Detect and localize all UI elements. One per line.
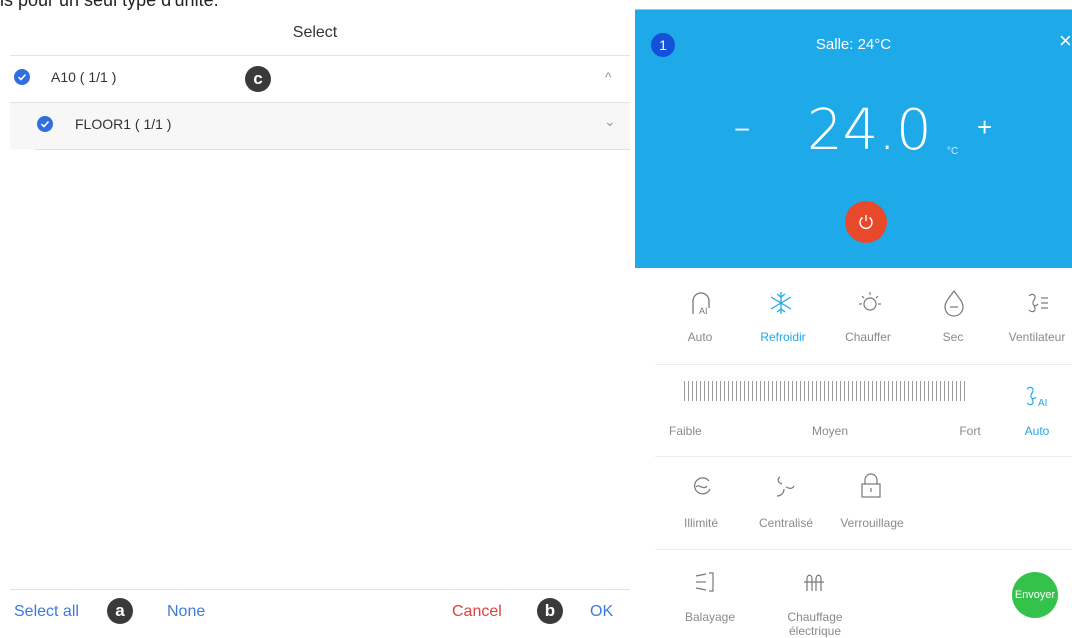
page-instruction-text: is pour un seul type d'unité. — [0, 0, 219, 10]
cancel-button[interactable]: Cancel — [452, 603, 502, 621]
mode-label-heat[interactable]: Chauffer — [835, 330, 901, 344]
mode-label-auto[interactable]: Auto — [675, 330, 725, 344]
power-icon — [859, 215, 873, 229]
none-button[interactable]: None — [167, 603, 205, 621]
unlimited-icon[interactable] — [690, 474, 714, 498]
increase-temperature-button[interactable]: + — [977, 112, 992, 143]
checked-icon[interactable] — [37, 116, 53, 132]
select-title: Select — [292, 24, 338, 41]
mode-label-dry[interactable]: Sec — [930, 330, 976, 344]
close-icon[interactable]: × — [1059, 28, 1072, 54]
group-row-floor1[interactable]: FLOOR1 ( 1/1 ) ⌄ — [10, 103, 630, 149]
bottom-label-swing[interactable]: Balayage — [675, 610, 745, 624]
fan-speed-mid: Moyen — [811, 424, 849, 438]
fan-speed-low: Faible — [669, 424, 702, 438]
send-button[interactable]: Envoyer — [1012, 572, 1058, 618]
divider — [655, 456, 1072, 457]
fan-auto-label[interactable]: Auto — [1022, 424, 1052, 438]
centralized-icon[interactable] — [772, 474, 798, 500]
svg-text:AI: AI — [699, 306, 708, 316]
select-all-button[interactable]: Select all — [14, 603, 79, 621]
checked-icon[interactable] — [14, 69, 30, 85]
svg-text:AI: AI — [1038, 398, 1047, 409]
option-label-unlimited[interactable]: Illimité — [671, 516, 731, 530]
annotation-marker-c: c — [245, 66, 271, 92]
ac-control-panel: 1 Salle: 24°C × − 24.0 °C + AI Auto Refr… — [635, 0, 1072, 638]
row-label: FLOOR1 ( 1/1 ) — [75, 116, 172, 132]
fan-speed-high: Fort — [959, 424, 981, 438]
divider — [655, 549, 1072, 550]
option-label-lock[interactable]: Verrouillage — [829, 516, 915, 530]
fan-auto-icon[interactable]: AI — [1024, 384, 1052, 410]
chevron-up-icon[interactable]: ^ — [605, 69, 612, 85]
sun-icon[interactable] — [857, 290, 883, 316]
fan-icon[interactable] — [1025, 290, 1051, 316]
mode-label-cool[interactable]: Refroidir — [750, 330, 816, 344]
group-row-a10[interactable]: A10 ( 1/1 ) ^ — [10, 56, 630, 102]
drop-icon[interactable] — [941, 289, 967, 317]
row-label: A10 ( 1/1 ) — [51, 69, 117, 85]
annotation-marker-b: b — [537, 598, 563, 624]
power-button[interactable] — [845, 201, 887, 243]
bottom-label-electric-heat[interactable]: Chauffage électrique — [775, 610, 855, 638]
swing-icon[interactable] — [694, 569, 716, 595]
temperature-unit: °C — [947, 146, 959, 157]
divider — [10, 589, 630, 590]
electric-heat-icon[interactable] — [801, 569, 827, 595]
target-temperature: 24.0 — [807, 98, 932, 163]
annotation-marker-a: a — [107, 598, 133, 624]
ac-header: 1 Salle: 24°C × − 24.0 °C + — [635, 10, 1072, 268]
decrease-temperature-button[interactable]: − — [734, 114, 750, 146]
snowflake-icon[interactable] — [768, 290, 794, 316]
ok-button[interactable]: OK — [590, 603, 613, 621]
lock-icon[interactable] — [859, 472, 883, 500]
option-label-centralized[interactable]: Centralisé — [750, 516, 822, 530]
chevron-down-icon[interactable]: ⌄ — [604, 113, 616, 130]
fan-speed-slider[interactable] — [684, 381, 966, 401]
room-temperature: Salle: 24°C — [815, 36, 892, 53]
mode-label-fan[interactable]: Ventilateur — [1001, 330, 1072, 344]
divider — [35, 149, 630, 150]
auto-ai-icon[interactable]: AI — [687, 288, 715, 318]
divider — [655, 364, 1072, 365]
